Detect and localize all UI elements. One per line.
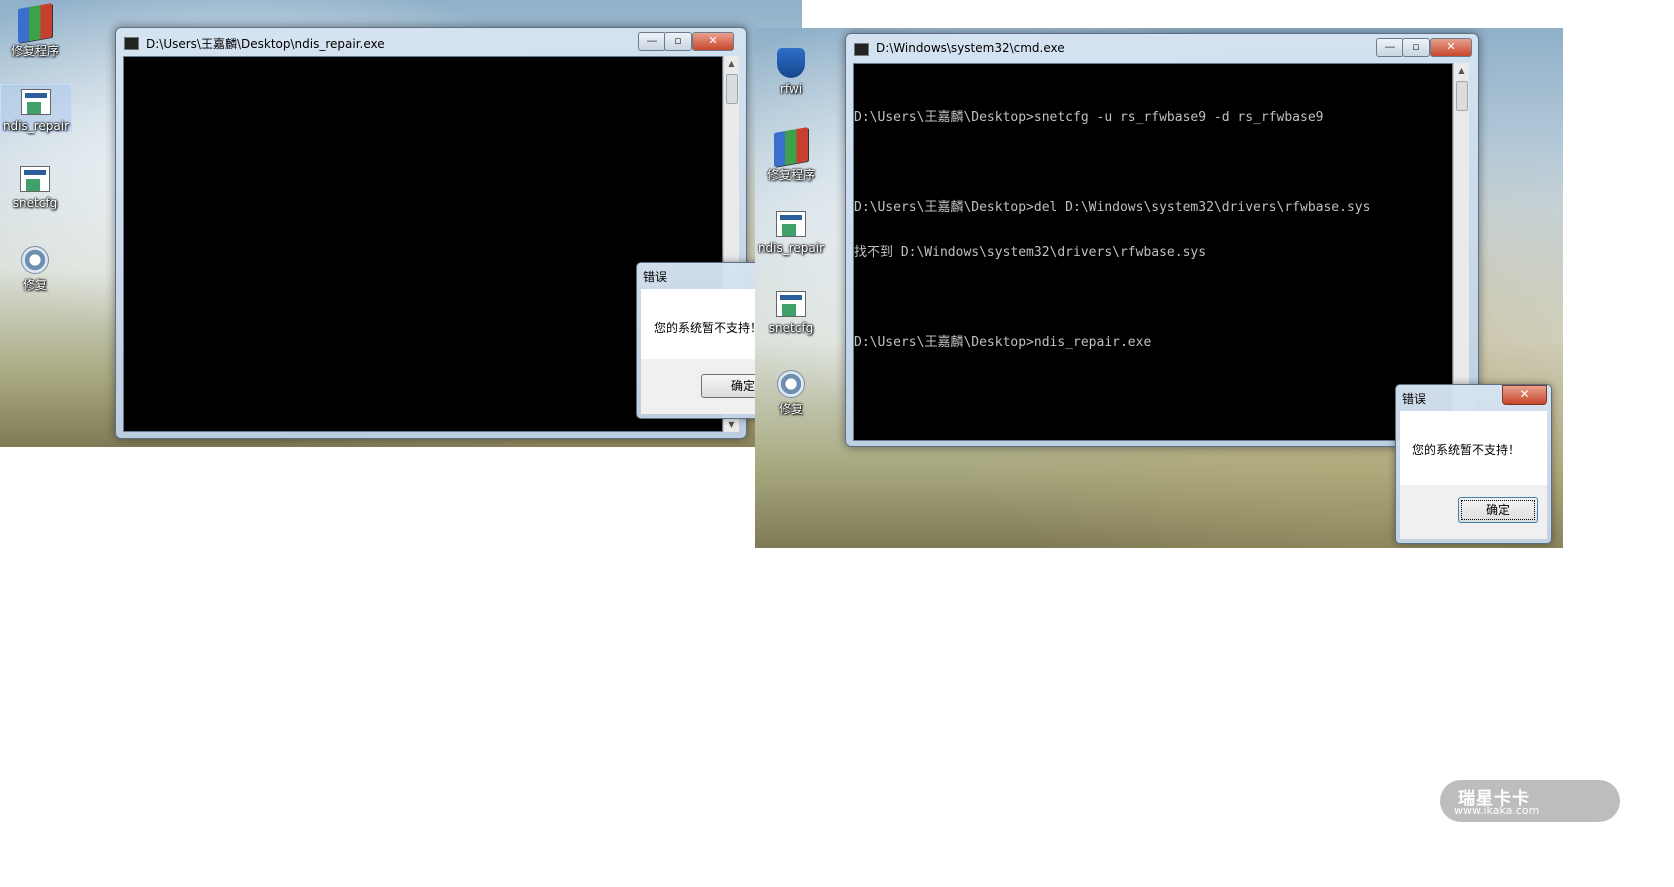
winrar-archive-icon (18, 3, 52, 43)
exe-app-icon (20, 166, 50, 192)
watermark-url: www.ikaka.com (1454, 804, 1540, 817)
desktop-icon-rfwi[interactable]: rfwi (756, 48, 826, 96)
dialog-title: 错误 (643, 270, 668, 284)
close-button[interactable]: ✕ (692, 32, 734, 51)
console-icon (124, 37, 139, 50)
exe-app-icon (776, 211, 806, 237)
scroll-up-arrow-icon[interactable]: ▲ (724, 56, 739, 71)
scroll-thumb[interactable] (1456, 81, 1468, 111)
settings-gear-icon (21, 246, 49, 274)
desktop-icon-snetcfg[interactable]: snetcfg (0, 166, 70, 210)
left-desktop: 修复程序 ndis_repair snetcfg 修复 D:\Users\王嘉麟… (0, 0, 802, 447)
window-title: D:\Windows\system32\cmd.exe (876, 41, 1065, 55)
desktop-icon-repair[interactable]: 修复 (0, 246, 70, 292)
console-line: 找不到 D:\Windows\system32\drivers\rfwbase.… (854, 245, 1207, 260)
desktop-icon-repair[interactable]: 修复 (756, 370, 826, 416)
console-line: D:\Users\王嘉麟\Desktop>snetcfg -u rs_rfwba… (854, 110, 1324, 125)
desktop-icon-repair-archive[interactable]: 修复程序 (0, 3, 70, 58)
dialog-close-button[interactable]: ✕ (1502, 385, 1547, 405)
cmd-window: D:\Windows\system32\cmd.exe — ▫ ✕ D:\Use… (845, 33, 1479, 447)
desktop-icon-snetcfg[interactable]: snetcfg (756, 291, 826, 335)
cmd-icon (854, 43, 869, 56)
close-button[interactable]: ✕ (1430, 38, 1472, 57)
window-title: D:\Users\王嘉麟\Desktop\ndis_repair.exe (146, 37, 385, 51)
ok-button[interactable]: 确定 (1458, 497, 1538, 523)
dialog-footer: 确定 (1400, 485, 1547, 539)
right-desktop: rfwi 修复程序 ndis_repair snetcfg 修复 D:\Wind… (755, 28, 1563, 548)
shield-icon (777, 48, 805, 78)
ikaka-watermark: 瑞星卡卡 www.ikaka.com (1440, 780, 1620, 822)
console-line: D:\Users\王嘉麟\Desktop>del D:\Windows\syst… (854, 200, 1371, 215)
scroll-down-arrow-icon[interactable]: ▼ (724, 417, 739, 432)
title-bar[interactable]: D:\Users\王嘉麟\Desktop\ndis_repair.exe — ▫… (124, 32, 738, 54)
dialog-body: 您的系统暂不支持！ (1400, 411, 1547, 485)
desktop-icon-ndis-repair[interactable]: ndis_repair (0, 84, 72, 133)
error-message: 您的系统暂不支持！ (1412, 443, 1521, 457)
error-dialog: 错误 ✕ 您的系统暂不支持！ 确定 (1395, 384, 1552, 544)
maximize-button[interactable]: ▫ (1402, 38, 1430, 57)
dialog-title: 错误 (1402, 392, 1427, 406)
console-output[interactable]: D:\Users\王嘉麟\Desktop>snetcfg -u rs_rfwba… (853, 63, 1453, 441)
exe-app-icon (776, 291, 806, 317)
title-bar[interactable]: D:\Windows\system32\cmd.exe — ▫ ✕ (854, 38, 1472, 60)
winrar-archive-icon (774, 127, 808, 167)
console-line: D:\Users\王嘉麟\Desktop>ndis_repair.exe (854, 335, 1152, 350)
exe-app-icon (21, 89, 51, 115)
minimize-button[interactable]: — (638, 32, 666, 51)
desktop-icon-repair-archive[interactable]: 修复程序 (756, 127, 826, 182)
error-message: 您的系统暂不支持！ (654, 321, 763, 335)
minimize-button[interactable]: — (1376, 38, 1404, 57)
console-text: D:\Users\王嘉麟\Desktop>snetcfg -u rs_rfwba… (854, 80, 1370, 380)
settings-gear-icon (777, 370, 805, 398)
scroll-thumb[interactable] (726, 74, 738, 104)
desktop-icon-ndis-repair[interactable]: ndis_repair (756, 211, 826, 255)
maximize-button[interactable]: ▫ (664, 32, 692, 51)
scroll-up-arrow-icon[interactable]: ▲ (1454, 63, 1469, 78)
console-output[interactable] (123, 56, 723, 432)
